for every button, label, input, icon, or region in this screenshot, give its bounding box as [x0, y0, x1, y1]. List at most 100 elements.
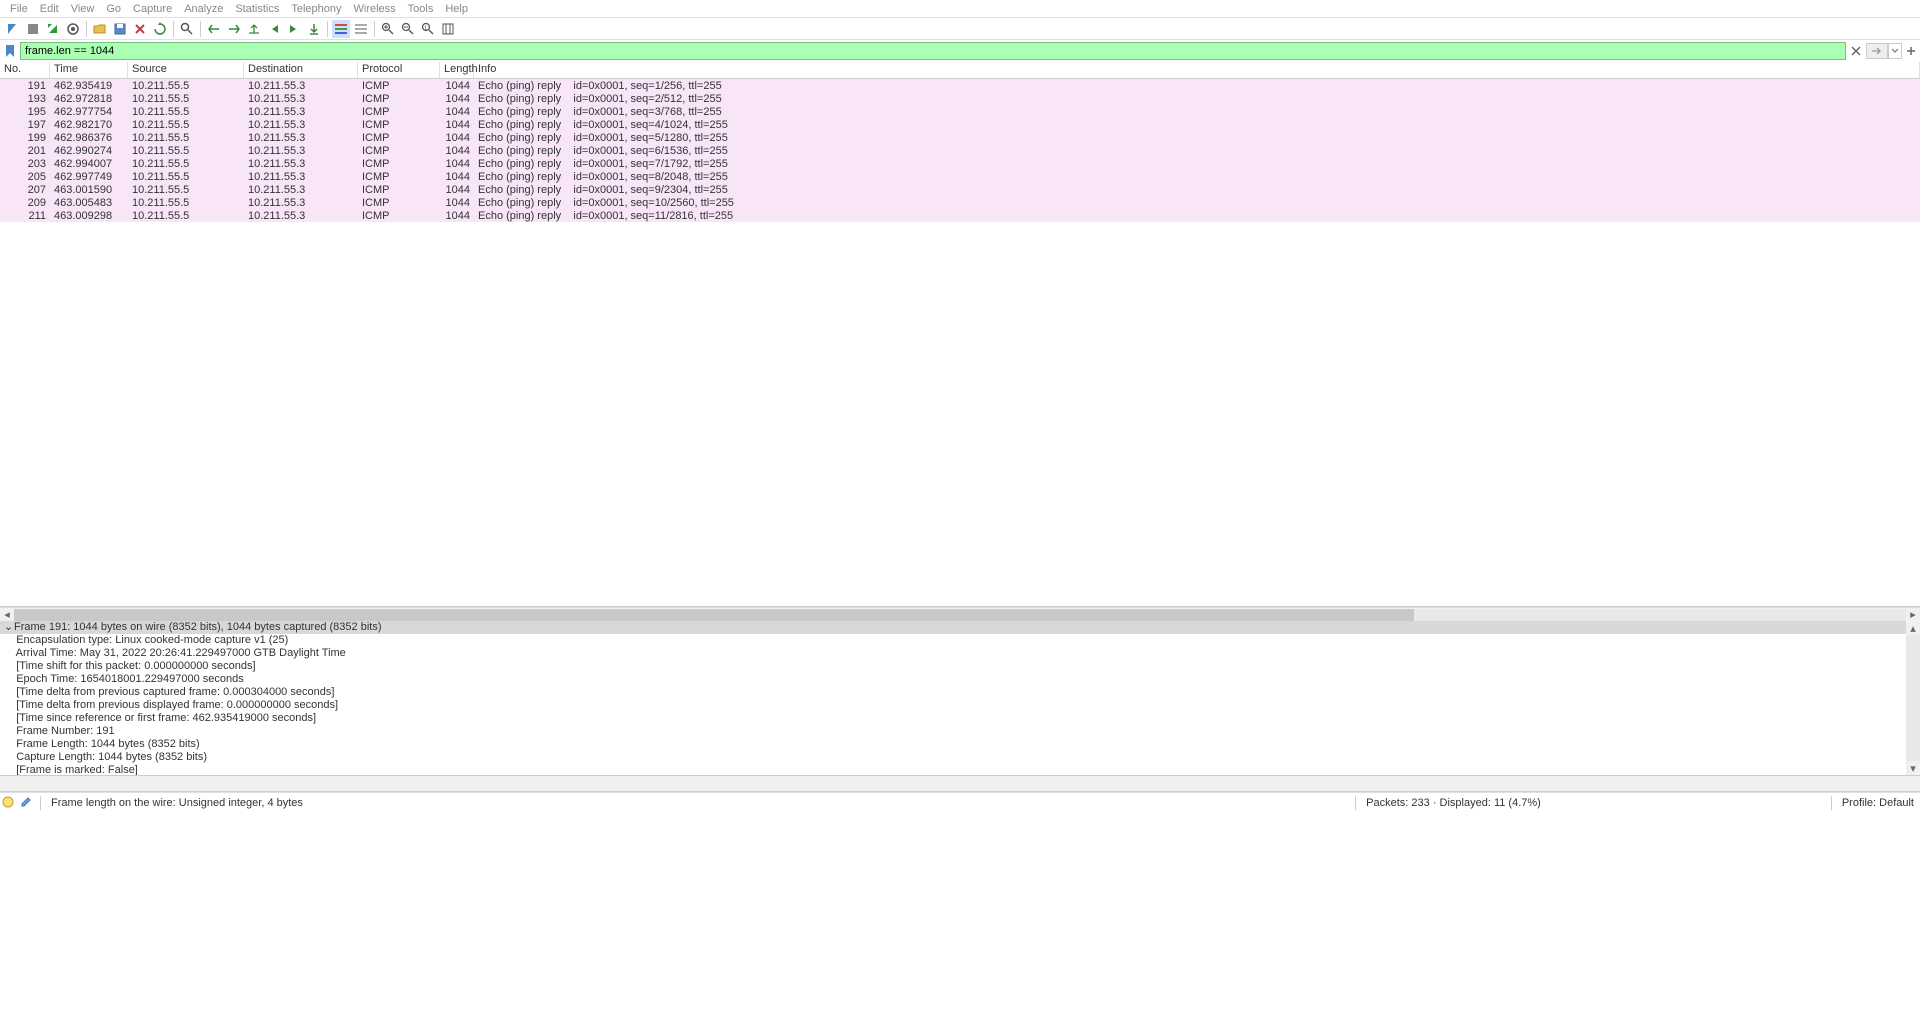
restart-capture-icon[interactable] [44, 20, 62, 38]
column-source[interactable]: Source [128, 62, 244, 78]
scroll-left-icon[interactable]: ◂ [0, 609, 14, 621]
packet-row[interactable]: 197462.98217010.211.55.510.211.55.3ICMP1… [0, 118, 1920, 131]
separator [1355, 796, 1356, 810]
separator [200, 21, 201, 37]
close-file-icon[interactable] [131, 20, 149, 38]
expert-info-icon[interactable] [2, 796, 16, 810]
apply-filter-button[interactable] [1866, 43, 1888, 59]
packet-list-hscrollbar[interactable]: ◂ ▸ [0, 607, 1920, 621]
go-forward-icon[interactable] [225, 20, 243, 38]
stop-capture-icon[interactable] [24, 20, 42, 38]
menu-help[interactable]: Help [439, 3, 474, 15]
menu-file[interactable]: File [4, 3, 34, 15]
scroll-track[interactable] [14, 609, 1906, 621]
menu-wireless[interactable]: Wireless [348, 3, 402, 15]
cell-time: 462.935419 [50, 80, 128, 92]
cell-source: 10.211.55.5 [128, 106, 244, 118]
colorize-icon[interactable] [332, 20, 350, 38]
menu-tools[interactable]: Tools [402, 3, 440, 15]
packet-row[interactable]: 193462.97281810.211.55.510.211.55.3ICMP1… [0, 92, 1920, 105]
detail-field[interactable]: Epoch Time: 1654018001.229497000 seconds [0, 673, 1920, 686]
cell-time: 463.009298 [50, 210, 128, 222]
zoom-out-icon[interactable] [399, 20, 417, 38]
scroll-right-icon[interactable]: ▸ [1906, 609, 1920, 621]
detail-field[interactable]: [Frame is marked: False] [0, 764, 1920, 776]
open-file-icon[interactable] [91, 20, 109, 38]
packet-row[interactable]: 203462.99400710.211.55.510.211.55.3ICMP1… [0, 157, 1920, 170]
detail-field[interactable]: Capture Length: 1044 bytes (8352 bits) [0, 751, 1920, 764]
detail-frame-header[interactable]: ⌄Frame 191: 1044 bytes on wire (8352 bit… [0, 621, 1920, 634]
packet-row[interactable]: 209463.00548310.211.55.510.211.55.3ICMP1… [0, 196, 1920, 209]
detail-field[interactable]: [Time shift for this packet: 0.000000000… [0, 660, 1920, 673]
packet-row[interactable]: 199462.98637610.211.55.510.211.55.3ICMP1… [0, 131, 1920, 144]
cell-no: 209 [0, 197, 50, 209]
menu-edit[interactable]: Edit [34, 3, 65, 15]
cell-destination: 10.211.55.3 [244, 106, 358, 118]
cell-no: 203 [0, 158, 50, 170]
clear-filter-icon[interactable] [1848, 43, 1864, 59]
column-protocol[interactable]: Protocol [358, 62, 440, 78]
scroll-up-icon[interactable]: ▴ [1906, 621, 1920, 635]
packet-row[interactable]: 195462.97775410.211.55.510.211.55.3ICMP1… [0, 105, 1920, 118]
scroll-down-icon[interactable]: ▾ [1906, 761, 1920, 775]
detail-field[interactable]: [Time delta from previous captured frame… [0, 686, 1920, 699]
detail-field[interactable]: [Time since reference or first frame: 46… [0, 712, 1920, 725]
menu-statistics[interactable]: Statistics [229, 3, 285, 15]
resize-columns-icon[interactable] [352, 20, 370, 38]
cell-source: 10.211.55.5 [128, 197, 244, 209]
details-vscrollbar[interactable]: ▴ ▾ [1906, 621, 1920, 775]
detail-field[interactable]: Arrival Time: May 31, 2022 20:26:41.2294… [0, 647, 1920, 660]
detail-field[interactable]: Frame Number: 191 [0, 725, 1920, 738]
packet-row[interactable]: 191462.93541910.211.55.510.211.55.3ICMP1… [0, 79, 1920, 92]
display-filter-input[interactable] [20, 42, 1846, 60]
status-profile[interactable]: Profile: Default [1836, 797, 1920, 809]
menu-view[interactable]: View [65, 3, 101, 15]
zoom-reset-icon[interactable]: 1 [419, 20, 437, 38]
save-file-icon[interactable] [111, 20, 129, 38]
cell-length: 1044 [440, 197, 474, 209]
menu-capture[interactable]: Capture [127, 3, 178, 15]
reload-icon[interactable] [151, 20, 169, 38]
resize-all-icon[interactable] [439, 20, 457, 38]
add-filter-button[interactable] [1904, 43, 1918, 59]
cell-length: 1044 [440, 184, 474, 196]
cell-no: 195 [0, 106, 50, 118]
find-icon[interactable] [178, 20, 196, 38]
detail-field[interactable]: [Time delta from previous displayed fram… [0, 699, 1920, 712]
packet-row[interactable]: 201462.99027410.211.55.510.211.55.3ICMP1… [0, 144, 1920, 157]
go-back-icon[interactable] [205, 20, 223, 38]
menu-go[interactable]: Go [100, 3, 127, 15]
filter-history-dropdown[interactable] [1888, 43, 1902, 59]
detail-field[interactable]: Frame Length: 1044 bytes (8352 bits) [0, 738, 1920, 751]
column-info[interactable]: Info [474, 62, 1920, 78]
packet-row[interactable]: 205462.99774910.211.55.510.211.55.3ICMP1… [0, 170, 1920, 183]
packet-row[interactable]: 211463.00929810.211.55.510.211.55.3ICMP1… [0, 209, 1920, 222]
packet-list-pane[interactable]: No. Time Source Destination Protocol Len… [0, 62, 1920, 607]
bookmark-filter-icon[interactable] [4, 44, 18, 58]
capture-options-icon[interactable] [64, 20, 82, 38]
cell-protocol: ICMP [358, 171, 440, 183]
edit-capture-comment-icon[interactable] [20, 796, 34, 810]
column-length[interactable]: Length [440, 62, 474, 78]
column-destination[interactable]: Destination [244, 62, 358, 78]
cell-source: 10.211.55.5 [128, 80, 244, 92]
menu-telephony[interactable]: Telephony [285, 3, 347, 15]
auto-scroll-icon[interactable] [305, 20, 323, 38]
cell-time: 462.990274 [50, 145, 128, 157]
column-time[interactable]: Time [50, 62, 128, 78]
goto-packet-icon[interactable] [245, 20, 263, 38]
cell-length: 1044 [440, 145, 474, 157]
scroll-thumb[interactable] [14, 609, 1414, 621]
goto-first-icon[interactable] [265, 20, 283, 38]
menu-analyze[interactable]: Analyze [178, 3, 229, 15]
scroll-track[interactable] [1906, 635, 1920, 761]
packet-bytes-pane[interactable] [0, 776, 1920, 792]
cell-destination: 10.211.55.3 [244, 158, 358, 170]
column-no[interactable]: No. [0, 62, 50, 78]
packet-row[interactable]: 207463.00159010.211.55.510.211.55.3ICMP1… [0, 183, 1920, 196]
start-capture-icon[interactable] [4, 20, 22, 38]
zoom-in-icon[interactable] [379, 20, 397, 38]
goto-last-icon[interactable] [285, 20, 303, 38]
detail-field[interactable]: Encapsulation type: Linux cooked-mode ca… [0, 634, 1920, 647]
packet-details-pane[interactable]: ⌄Frame 191: 1044 bytes on wire (8352 bit… [0, 621, 1920, 776]
